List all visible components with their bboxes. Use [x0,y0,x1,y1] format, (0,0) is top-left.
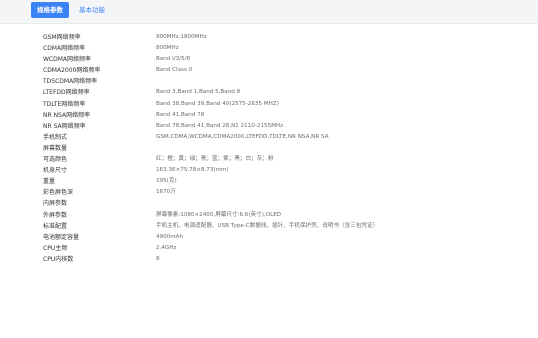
spec-row: 标准配置 手机主机、电源适配器、USB Type-C数据线、插针、手机保护壳、说明… [41,221,538,232]
spec-row: TDLTE网络频率 Band 38,Band 39,Band 40(2575-26… [41,99,538,110]
spec-row: NR NSA网络频率 Band 41,Band 78 [41,110,538,121]
spec-label: 电池额定容量 [43,233,80,241]
spec-row: 彩色屏色深 1670万 [41,187,538,198]
spec-row: NR SA网络频率 Band 78,Band 41,Band 28,N1 2110… [41,121,538,132]
spec-label: 手机制式 [43,133,68,141]
spec-row: 电池额定容量 4900mAh [41,232,538,243]
spec-row: CDMA2000网络频率 Band Class 0 [41,65,538,76]
spec-value: Band 78,Band 41,Band 28,N1 2110-2155MHz [156,122,284,129]
spec-row: 内屏参数 [41,198,538,209]
spec-row: WCDMA网络频率 Band Ⅰ/3/5/8 [41,54,538,65]
spec-label: TDLTE网络频率 [43,100,86,108]
spec-label: TDSCDMA网络频率 [43,78,98,86]
spec-value: 900MHz,1800MHz [156,34,207,40]
spec-value: 800MHz [156,45,179,52]
spec-label: 可选颜色 [43,156,68,164]
spec-label: 外屏参数 [43,211,68,219]
spec-row: CDMA网络频率 800MHz [41,43,538,54]
spec-label: CPU内核数 [43,255,74,263]
spec-row: GSM网络频率 900MHz,1800MHz [41,32,538,43]
spec-value: 1670万 [156,189,176,196]
spec-label: GSM网络频率 [43,34,81,41]
spec-label: CDMA2000网络频率 [43,67,101,75]
spec-value: Band Ⅰ/3/5/8 [156,56,191,63]
spec-label: CDMA网络频率 [43,45,86,53]
spec-label: 内屏参数 [43,200,68,208]
spec-row: 可选颜色 红；橙；黄；绿；青；蓝；紫；黑；白；灰；粉 [41,154,538,165]
spec-label: 机身尺寸 [43,167,68,175]
spec-row: 重量 195(克) [41,176,538,187]
spec-label: WCDMA网络频率 [43,56,92,64]
spec-value: 8 [156,255,160,262]
spec-row: LTEFDD网络频率 Band 3,Band 1,Band 5,Band 8 [41,87,538,98]
spec-value: 屏幕像素:1080×2400,屏幕尺寸:6.6(英寸),OLED [156,211,282,218]
spec-row: CPU主频 2.4GHz [41,243,538,254]
spec-label: NR SA网络频率 [43,122,86,130]
spec-label: NR NSA网络频率 [43,111,91,119]
spec-value: 195(克) [156,178,177,185]
spec-value: 163.36×75.78×8.73(mm) [156,167,229,174]
spec-value: 红；橙；黄；绿；青；蓝；紫；黑；白；灰；粉 [156,156,274,163]
spec-label: 标准配置 [43,222,68,230]
spec-value: GSM,CDMA,WCDMA,CDMA2000,LTEFDD,TDLTE,NR … [156,133,329,140]
spec-value: Band 3,Band 1,Band 5,Band 8 [156,89,241,96]
spec-row: 屏幕数量 [41,143,538,154]
spec-label: 屏幕数量 [43,144,68,152]
spec-row: 外屏参数 屏幕像素:1080×2400,屏幕尺寸:6.6(英寸),OLED [41,210,538,221]
spec-row: 机身尺寸 163.36×75.78×8.73(mm) [41,165,538,176]
spec-label: LTEFDD网络频率 [43,89,90,97]
spec-row: CPU内核数 8 [41,254,538,265]
tab-basic-functions[interactable]: 基本功能 [73,2,111,18]
spec-label: 重量 [43,178,56,186]
spec-value: Band 38,Band 39,Band 40(2575-2635 MHZ) [156,100,279,107]
tab-bar: 规格参数 基本功能 [0,0,538,24]
spec-label: 彩色屏色深 [43,189,74,197]
spec-value: 手机主机、电源适配器、USB Type-C数据线、插针、手机保护壳、说明书（含三… [156,222,379,229]
spec-row: 手机制式 GSM,CDMA,WCDMA,CDMA2000,LTEFDD,TDLTE… [41,132,538,143]
spec-value: 4900mAh [156,233,184,240]
spec-value: Band 41,Band 78 [156,111,205,118]
spec-label: CPU主频 [43,244,68,252]
spec-row: TDSCDMA网络频率 [41,76,538,87]
spec-table: GSM网络频率 900MHz,1800MHz CDMA网络频率 800MHz WCD… [41,32,538,265]
spec-value: Band Class 0 [156,67,193,74]
tab-specs[interactable]: 规格参数 [31,2,69,18]
spec-value: 2.4GHz [156,244,177,251]
